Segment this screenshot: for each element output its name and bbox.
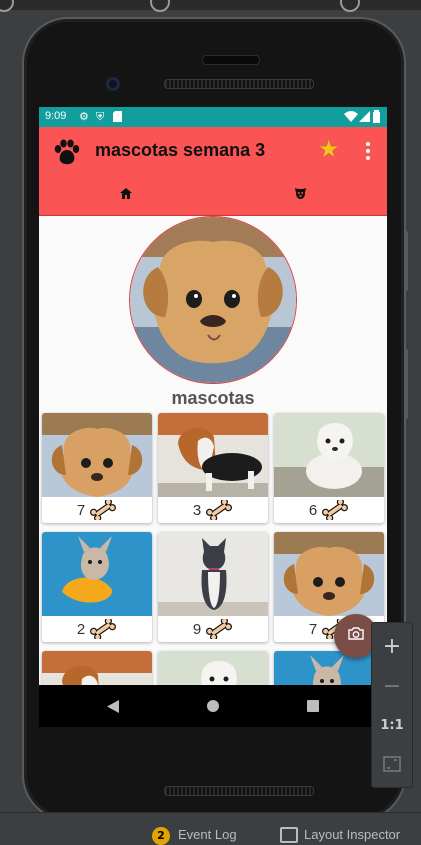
bone-icon[interactable] [321,500,349,520]
pet-likes-row: 2 [42,616,152,642]
gear-icon: ⚙ [79,110,89,123]
pet-card[interactable] [42,651,152,685]
pet-photo[interactable] [42,532,152,616]
pet-likes-count: 7 [308,620,318,638]
app-screen: 9:09 ⚙ ⛨ mascotas semana 3 ★ mascotas 7 … [39,107,387,685]
earpiece [202,55,260,65]
profile-avatar[interactable] [129,216,297,384]
bone-icon[interactable] [205,500,233,520]
app-toolbar: mascotas semana 3 ★ [39,127,387,175]
ide-status-bar: 2 Event Log Layout Inspector [0,812,421,845]
event-log-count-badge: 2 [152,827,170,845]
pet-likes-row: 7 [42,497,152,523]
event-log-tab[interactable]: Event Log [178,827,237,842]
pet-card[interactable]: 7 [42,413,152,523]
pet-photo[interactable] [42,413,152,497]
pet-photo[interactable] [274,532,384,616]
wifi-icon [344,111,358,125]
pet-likes-count: 9 [192,620,202,638]
pet-likes-row: 3 [158,497,268,523]
pet-card[interactable]: 2 [42,532,152,642]
pet-card[interactable] [274,651,384,685]
tab-bar [39,175,387,216]
status-time: 9:09 [45,110,67,122]
ide-top-toolbar [0,0,421,12]
bone-icon[interactable] [89,500,117,520]
ide-toolbar-icon[interactable] [150,0,170,12]
bottom-speaker [164,786,314,796]
status-bar: 9:09 ⚙ ⛨ [39,107,387,127]
dog-face-icon [294,186,307,204]
pet-likes-row: 6 [274,497,384,523]
ide-toolbar-icon[interactable] [340,0,360,12]
pet-photo[interactable] [158,651,268,685]
more-vert-icon[interactable] [361,139,375,163]
pet-card[interactable] [158,651,268,685]
recents-icon[interactable] [302,695,324,717]
ide-toolbar-icon[interactable] [0,0,14,12]
layout-inspector-icon [280,827,298,843]
zoom-in-button[interactable]: + [372,626,412,666]
layout-inspector-tab[interactable]: Layout Inspector [304,827,400,842]
emulator-zoom-panel: + − 1:1 [371,622,413,788]
sim-card-icon [113,111,122,125]
cell-signal-icon [359,111,370,125]
pet-photo[interactable] [274,651,384,685]
power-button[interactable] [404,231,408,291]
pet-likes-count: 2 [76,620,86,638]
pet-card[interactable]: 6 [274,413,384,523]
app-title: mascotas semana 3 [95,140,266,160]
speaker-grill [164,79,314,89]
bone-icon[interactable] [205,619,233,639]
pet-likes-count: 6 [308,501,318,519]
volume-button[interactable] [404,349,408,419]
pet-likes-count: 3 [192,501,202,519]
camera-icon [348,627,364,645]
main-content: mascotas 7 3 6 2 9 7 [39,216,387,685]
fit-screen-icon[interactable] [372,744,412,784]
pet-likes-row: 9 [158,616,268,642]
pet-photo[interactable] [42,651,152,685]
pet-card[interactable]: 9 [158,532,268,642]
battery-icon [373,110,380,126]
paw-icon [53,139,81,165]
shield-icon: ⛨ [96,110,105,123]
bone-icon[interactable] [89,619,117,639]
back-icon[interactable] [102,695,124,717]
system-nav-bar [39,685,387,727]
pet-likes-count: 7 [76,501,86,519]
profile-name: mascotas [171,388,255,408]
actual-size-button[interactable]: 1:1 [372,705,412,745]
pet-photo[interactable] [274,413,384,497]
zoom-out-button[interactable]: − [372,666,412,706]
pet-card[interactable]: 3 [158,413,268,523]
star-icon[interactable]: ★ [318,137,340,161]
pet-photo[interactable] [158,413,268,497]
pet-photo[interactable] [158,532,268,616]
tab-profile[interactable] [213,175,387,215]
tab-home[interactable] [39,175,213,215]
home-icon [120,186,132,204]
front-camera [106,77,120,91]
home-circle-icon[interactable] [202,695,224,717]
